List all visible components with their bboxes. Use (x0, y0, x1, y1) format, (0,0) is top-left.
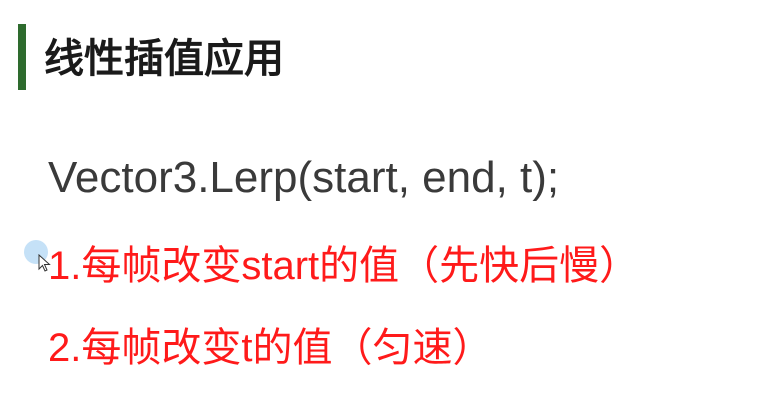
code-line: Vector3.Lerp(start, end, t); (48, 153, 560, 202)
mouse-pointer-icon (38, 254, 51, 272)
title-accent-bar (18, 24, 26, 90)
slide-title: 线性插值应用 (44, 36, 284, 82)
bullet-point-2: 2.每帧改变t的值（匀速） (48, 326, 493, 370)
bullet-point-1: 1.每帧改变start的值（先快后慢） (48, 244, 640, 288)
slide: 线性插值应用 Vector3.Lerp(start, end, t); 1.每帧… (0, 0, 763, 404)
